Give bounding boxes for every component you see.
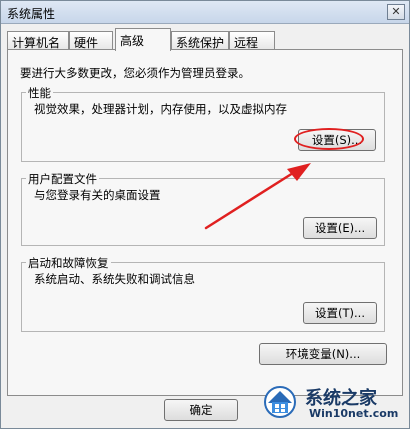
- watermark-logo: 系统之家 Win10net.com: [263, 382, 405, 426]
- house-logo-icon: [264, 386, 296, 418]
- watermark-url: Win10net.com: [309, 407, 399, 420]
- tab-advanced[interactable]: 高级: [115, 28, 171, 51]
- system-properties-window: 系统属性 ✕ 计算机名 硬件 高级 系统保护 远程 要进行大多数更改，您必须作为…: [0, 0, 410, 429]
- annotation-arrow-icon: [204, 163, 311, 230]
